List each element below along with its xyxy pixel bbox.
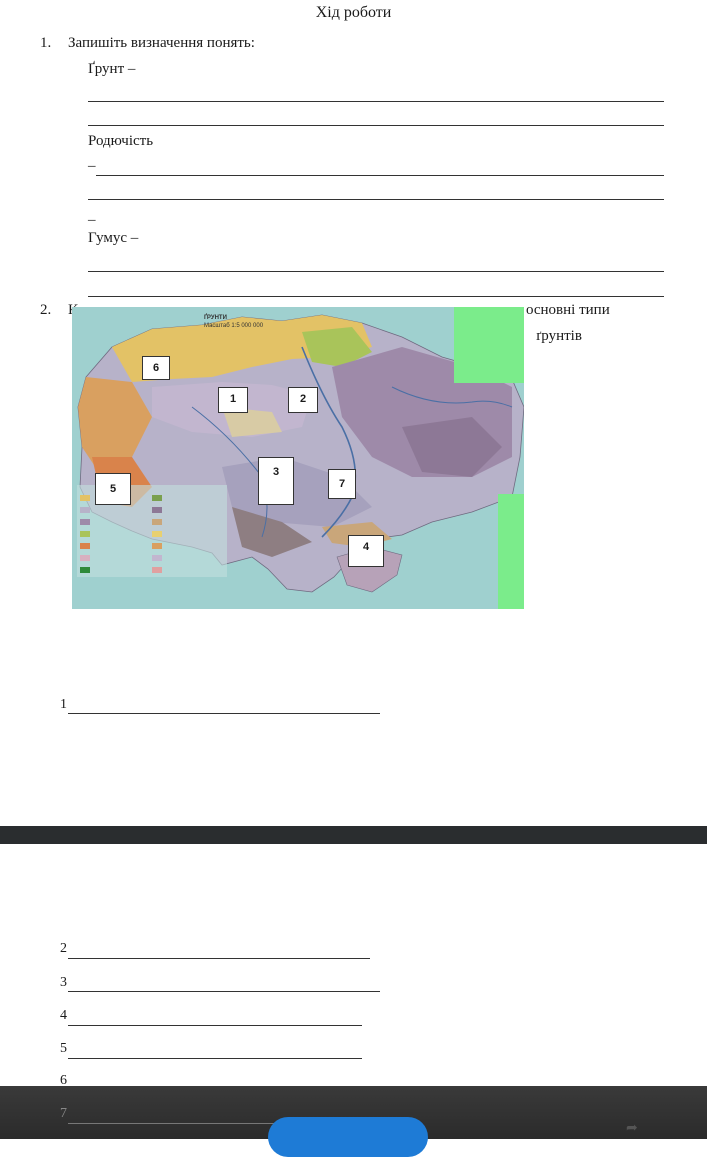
action-button[interactable]	[268, 1117, 428, 1157]
green-overlay-top	[454, 307, 524, 383]
answer-line-4[interactable]	[68, 1025, 362, 1026]
answer-number-4: 4	[60, 1008, 67, 1023]
answer-line-1[interactable]	[68, 713, 380, 714]
answer-line[interactable]	[88, 199, 664, 200]
answer-number-1: 1	[60, 697, 67, 712]
share-arrow-icon[interactable]: ➦	[626, 1120, 644, 1136]
term-grunt: Ґрунт –	[88, 61, 136, 77]
task1-number: 1.	[40, 35, 52, 51]
answer-number-5: 5	[60, 1041, 67, 1056]
answer-number-7: 7	[60, 1106, 67, 1121]
task1-text: Запишіть визначення понять:	[68, 35, 255, 51]
answer-line[interactable]	[96, 175, 664, 176]
screen-divider	[0, 826, 707, 844]
task2-text-right: основні типи	[526, 302, 610, 318]
answer-line[interactable]	[88, 101, 664, 102]
page-title: Хід роботи	[315, 4, 392, 21]
task2-number: 2.	[40, 302, 52, 318]
answer-line-2[interactable]	[68, 958, 370, 959]
map-label-3: 3	[258, 457, 294, 505]
map-heading: ҐРУНТИ	[204, 315, 227, 321]
map-scale: Масштаб 1:5 000 000	[204, 323, 264, 329]
answer-line[interactable]	[88, 125, 664, 126]
dash-mark: –	[88, 158, 96, 174]
term-humus: Гумус –	[88, 230, 139, 246]
answer-number-2: 2	[60, 941, 67, 956]
map-label-7: 7	[328, 469, 356, 499]
map-label-4: 4	[348, 535, 384, 567]
answer-line[interactable]	[88, 271, 664, 272]
term-rodiuchist: Родючість	[88, 133, 154, 149]
green-overlay-bottom	[498, 494, 524, 609]
dash-mark: –	[88, 212, 96, 228]
answer-line-3[interactable]	[68, 991, 380, 992]
map-label-6: 6	[142, 356, 170, 380]
answer-line-5[interactable]	[68, 1058, 362, 1059]
task2-text-right2: ґрунтів	[536, 328, 582, 344]
map-label-1: 1	[218, 387, 248, 413]
answer-line[interactable]	[88, 296, 664, 297]
map-label-5: 5	[95, 473, 131, 505]
answer-number-3: 3	[60, 975, 67, 990]
map-label-2: 2	[288, 387, 318, 413]
